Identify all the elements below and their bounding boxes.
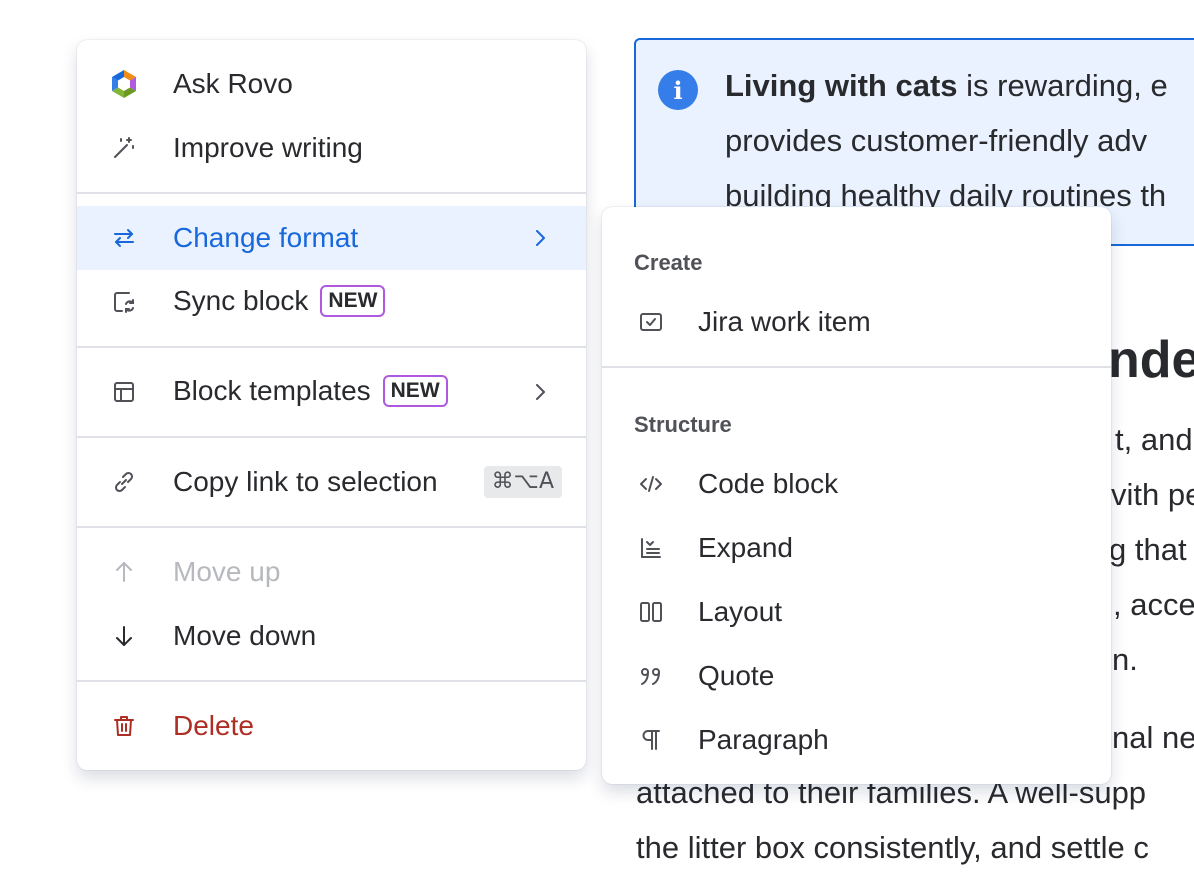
menu-item-label: Delete: [173, 710, 254, 741]
arrow-down-icon: [109, 621, 139, 651]
menu-item-label: Code block: [698, 468, 839, 499]
sync-block-icon: [109, 287, 139, 317]
layout-columns-icon: [636, 597, 666, 627]
menu-item-label: Jira work item: [698, 306, 871, 337]
menu-item-label: Layout: [698, 596, 783, 627]
magic-wand-icon: [109, 133, 139, 163]
menu-item-label: Sync block NEW: [173, 284, 386, 319]
expand-icon: [636, 533, 666, 563]
menu-item-label: Ask Rovo: [173, 68, 293, 99]
doc-text-fragment: t, and: [1115, 422, 1193, 457]
jira-work-item-icon: [636, 307, 666, 337]
menu-item-copy-link[interactable]: Copy link to selection ⌘⌥A: [77, 450, 586, 514]
menu-item-quote[interactable]: Quote: [602, 644, 1111, 708]
code-icon: [636, 469, 666, 499]
menu-item-label: Move up: [173, 556, 281, 587]
menu-item-move-down[interactable]: Move down: [77, 604, 586, 668]
doc-text-line: the litter box consistently, and settle …: [636, 830, 1149, 865]
swap-arrows-icon: [109, 223, 139, 253]
quote-icon: [636, 661, 666, 691]
menu-item-expand[interactable]: Expand: [602, 516, 1111, 580]
template-icon: [109, 377, 139, 407]
menu-item-sync-block[interactable]: Sync block NEW: [77, 270, 586, 334]
arrow-up-icon: [109, 557, 139, 587]
menu-item-label: Block templates NEW: [173, 374, 448, 409]
chevron-right-icon: [536, 384, 545, 400]
menu-divider: [602, 366, 1111, 368]
menu-item-ask-rovo[interactable]: Ask Rovo: [77, 52, 586, 116]
panel-line-1: Living with cats is rewarding, e: [725, 68, 1168, 103]
section-heading-create: Create: [634, 250, 703, 275]
info-icon: i: [658, 70, 698, 110]
new-badge: NEW: [320, 284, 386, 317]
menu-item-move-up: Move up: [77, 540, 586, 604]
rovo-logo-icon: [109, 69, 139, 99]
menu-item-label: Improve writing: [173, 132, 363, 163]
menu-divider: [77, 346, 586, 348]
change-format-submenu: Create Jira work item Structure Code blo…: [602, 207, 1111, 784]
link-icon: [109, 467, 139, 497]
menu-item-jira-work-item[interactable]: Jira work item: [602, 290, 1111, 354]
block-context-menu: Ask Rovo Improve writing Change format S…: [77, 40, 586, 770]
trash-icon: [109, 711, 139, 741]
menu-item-delete[interactable]: Delete: [77, 694, 586, 758]
doc-text-fragment: , acce: [1113, 587, 1194, 622]
menu-item-block-templates[interactable]: Block templates NEW: [77, 360, 586, 424]
doc-heading-fragment: nde: [1108, 331, 1194, 389]
menu-item-label: Copy link to selection: [173, 466, 438, 497]
menu-item-label: Move down: [173, 620, 317, 651]
doc-text-fragment: g that t: [1109, 532, 1194, 567]
doc-text-fragment: nal ne: [1112, 720, 1194, 755]
menu-item-label: Paragraph: [698, 724, 829, 755]
menu-item-paragraph[interactable]: Paragraph: [602, 708, 1111, 772]
menu-divider: [77, 436, 586, 438]
menu-item-label: Change format: [173, 222, 359, 253]
menu-item-change-format[interactable]: Change format: [77, 206, 586, 270]
panel-line-2: provides customer-friendly adv: [725, 123, 1148, 158]
menu-divider: [77, 192, 586, 194]
section-heading-structure: Structure: [634, 412, 732, 437]
menu-divider: [77, 526, 586, 528]
menu-item-improve-writing[interactable]: Improve writing: [77, 116, 586, 180]
new-badge: NEW: [382, 374, 448, 407]
menu-item-code-block[interactable]: Code block: [602, 452, 1111, 516]
menu-item-label: Quote: [698, 660, 775, 691]
doc-text-fragment: n.: [1112, 642, 1138, 677]
doc-text-fragment: vith pe: [1111, 477, 1194, 512]
menu-item-layout[interactable]: Layout: [602, 580, 1111, 644]
paragraph-icon: [636, 725, 666, 755]
menu-item-label: Expand: [698, 532, 793, 563]
menu-divider: [77, 680, 586, 682]
chevron-right-icon: [536, 230, 545, 246]
keyboard-shortcut: ⌘⌥A: [483, 466, 562, 498]
